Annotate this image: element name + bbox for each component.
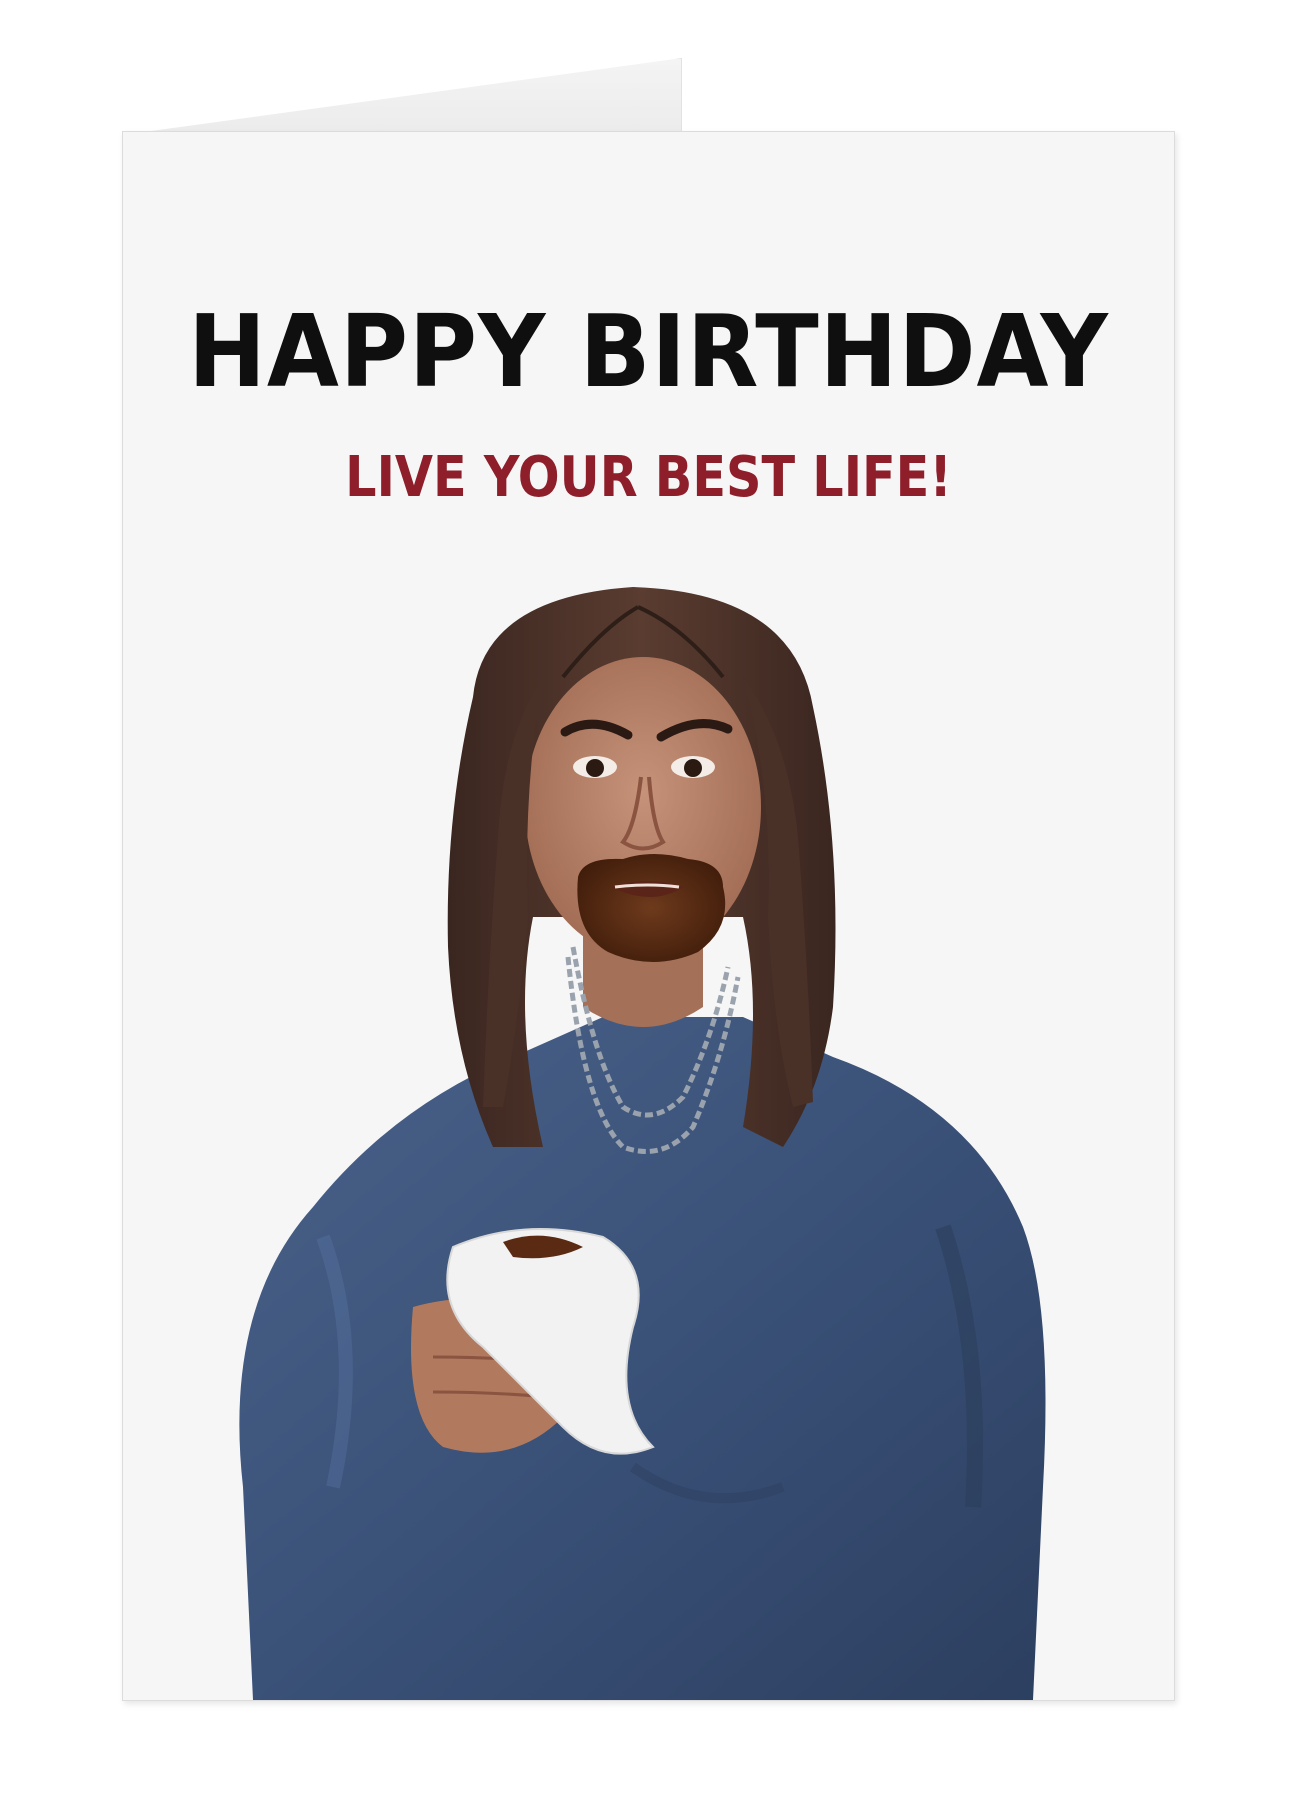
card-illustration: [239, 587, 1046, 1700]
chocolate-smear: [577, 854, 726, 962]
card-subline: LIVE YOUR BEST LIFE!: [345, 445, 952, 510]
card-back-panel: [140, 58, 682, 139]
greeting-card-scene: HAPPY BIRTHDAY LIVE YOUR BEST LIFE!: [0, 0, 1296, 1801]
sweater: [239, 1017, 1046, 1700]
card-headline: HAPPY BIRTHDAY: [188, 293, 1109, 410]
greeting-card: HAPPY BIRTHDAY LIVE YOUR BEST LIFE!: [122, 131, 1175, 1701]
